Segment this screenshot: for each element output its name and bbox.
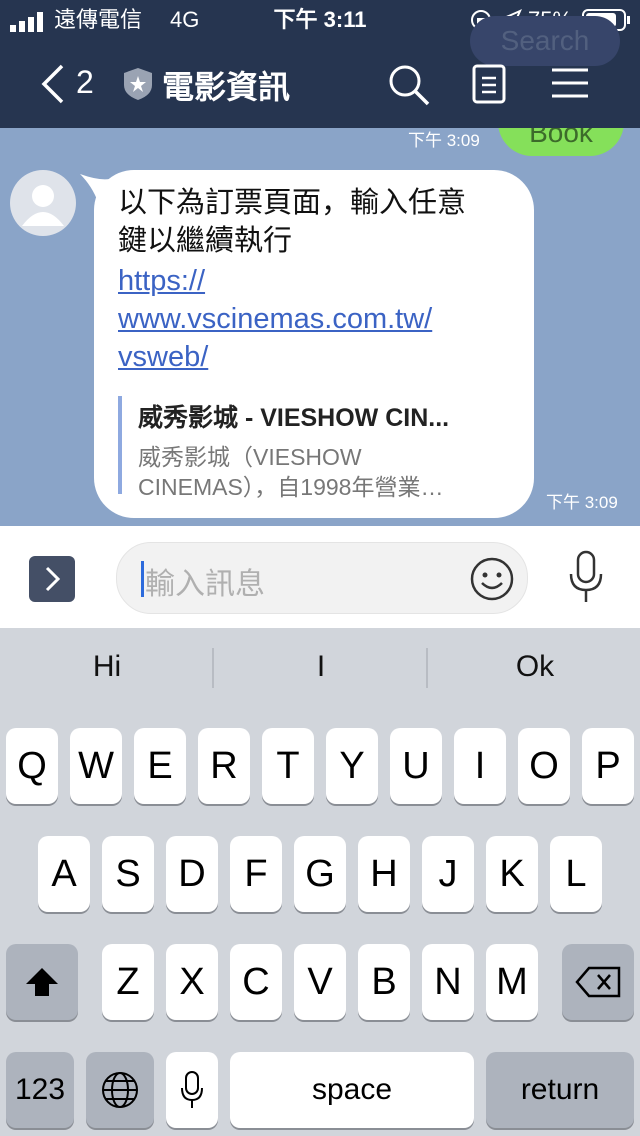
backspace-icon [575,966,621,998]
letter-key[interactable]: X [166,944,218,1020]
menu-icon[interactable] [552,68,588,103]
letter-key[interactable]: V [294,944,346,1020]
search-button-behind: Search [470,16,620,66]
suggestion-item[interactable]: Hi [0,650,214,684]
suggestion-item[interactable]: I [214,650,428,684]
sent-timestamp: 下午 3:09 [408,131,480,150]
suggestion-item[interactable]: Ok [428,650,640,684]
letter-key[interactable]: C [230,944,282,1020]
letter-key[interactable]: H [358,836,410,912]
notes-icon[interactable] [472,64,506,109]
expand-button[interactable] [29,556,75,602]
letter-key[interactable]: L [550,836,602,912]
letter-key[interactable]: Q [6,728,58,804]
letter-key[interactable]: P [582,728,634,804]
globe-key[interactable] [86,1052,154,1128]
globe-icon [102,1072,138,1108]
return-key[interactable]: return [486,1052,634,1128]
letter-key[interactable]: U [390,728,442,804]
text-cursor [141,561,144,597]
shift-icon [26,968,58,996]
preview-divider [118,396,122,494]
chevron-left-icon [41,64,64,104]
letter-key[interactable]: O [518,728,570,804]
letter-key[interactable]: W [70,728,122,804]
page-title: 電影資訊 [162,69,291,105]
unread-count: 2 [76,64,94,100]
letter-key[interactable]: A [38,836,90,912]
search-icon[interactable] [388,64,430,111]
letter-key[interactable]: S [102,836,154,912]
letter-key[interactable]: G [294,836,346,912]
official-account-badge-icon [122,67,154,106]
default-avatar-icon [22,185,64,226]
back-button[interactable]: 2 [38,62,108,106]
preview-desc: 威秀影城（VIESHOW [138,444,362,470]
letter-key[interactable]: F [230,836,282,912]
link-preview[interactable]: 威秀影城 - VIESHOW CIN... 威秀影城（VIESHOW CINEM… [138,398,518,502]
received-timestamp: 下午 3:09 [546,493,618,512]
avatar[interactable] [10,170,76,236]
chat-area: Book 下午 3:09 以下為訂票頁面，輸入任意鍵以繼續執行 https://… [0,128,640,526]
letter-key[interactable]: D [166,836,218,912]
preview-desc: CINEMAS），自1998年營業… [138,474,444,500]
link-line: https:// [118,265,206,297]
numbers-key[interactable]: 123 [6,1052,74,1128]
chevron-right-icon [45,566,61,592]
letter-key[interactable]: I [454,728,506,804]
emoji-icon[interactable] [469,556,515,602]
link-line: www.vscinemas.com.tw/ [118,303,433,335]
shift-key[interactable] [6,944,78,1020]
letter-key[interactable]: R [198,728,250,804]
preview-title: 威秀影城 - VIESHOW CIN... [138,404,450,432]
message-link[interactable]: https:// www.vscinemas.com.tw/ vsweb/ [118,262,432,376]
letter-key[interactable]: K [486,836,538,912]
letter-key[interactable]: Z [102,944,154,1020]
microphone-icon[interactable] [566,550,606,606]
space-key[interactable]: space [230,1052,474,1128]
message-text: 以下為訂票頁面，輸入任意鍵以繼續執行 [118,187,467,257]
letter-key[interactable]: J [422,836,474,912]
received-message-bubble: 以下為訂票頁面，輸入任意鍵以繼續執行 https:// www.vscinema… [94,170,534,518]
letter-key[interactable]: E [134,728,186,804]
microphone-icon [181,1071,203,1108]
message-input[interactable]: 輸入訊息 [116,542,528,614]
sent-message-book[interactable]: Book [498,128,624,156]
link-line: vsweb/ [118,341,209,373]
dictation-key[interactable] [166,1052,218,1128]
letter-key[interactable]: M [486,944,538,1020]
chat-header: 遠傳電信 4G 下午 3:11 75% Search 2 電影資訊 [0,0,640,128]
letter-key[interactable]: Y [326,728,378,804]
input-bar: 輸入訊息 [0,526,640,628]
delete-key[interactable] [562,944,634,1020]
letter-key[interactable]: N [422,944,474,1020]
letter-key[interactable]: T [262,728,314,804]
letter-key[interactable]: B [358,944,410,1020]
input-placeholder: 輸入訊息 [145,568,265,601]
